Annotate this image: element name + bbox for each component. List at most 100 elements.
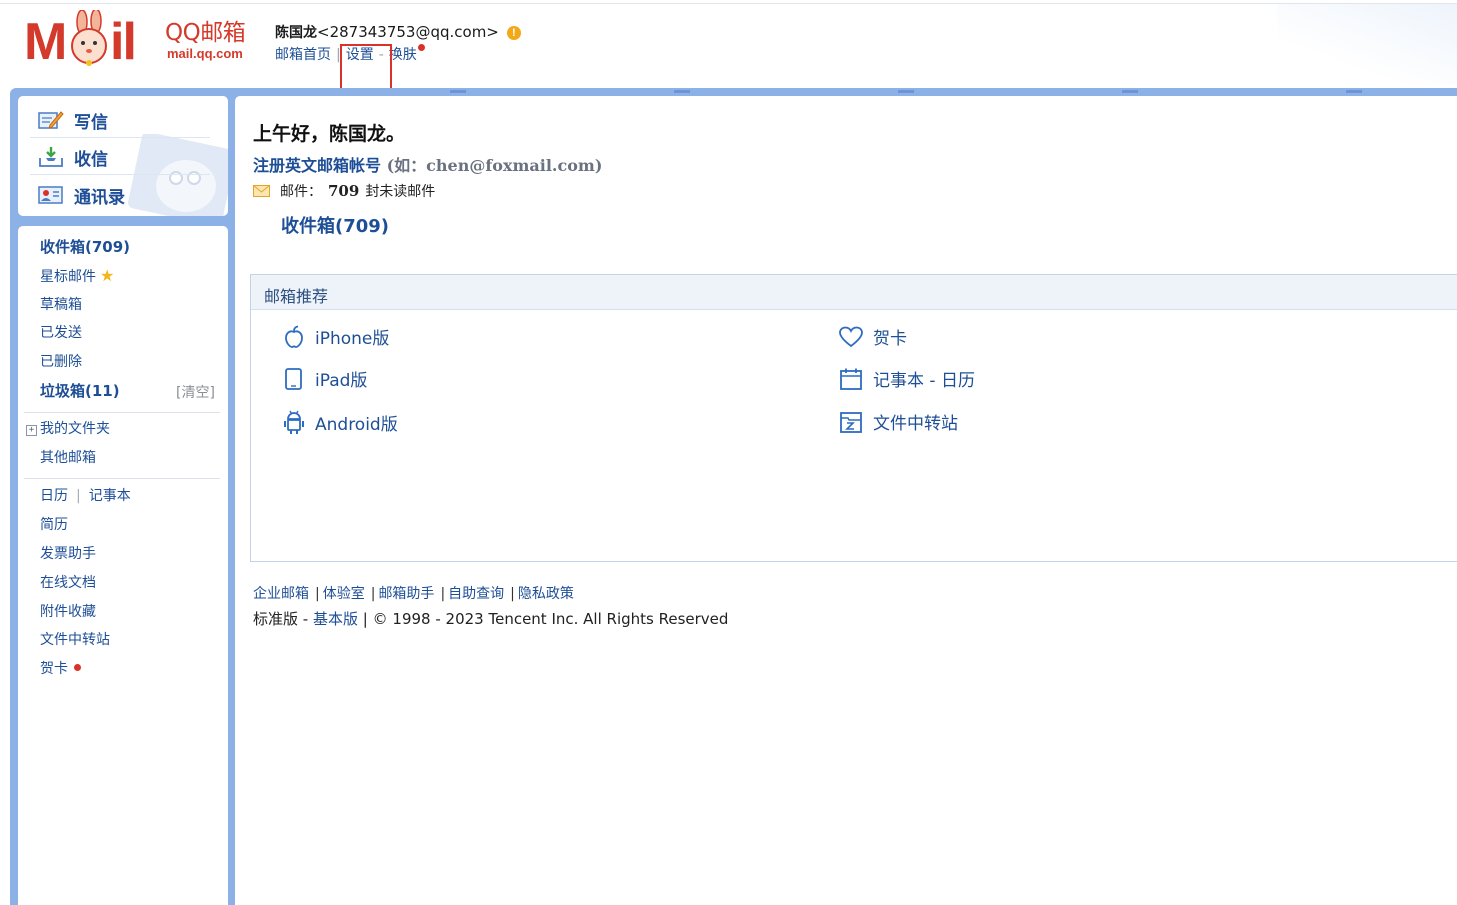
register-english-account-link[interactable]: 注册英文邮箱帐号 (253, 156, 381, 175)
compose-label: 写信 (74, 112, 108, 133)
footer-link[interactable]: 体验室 (323, 586, 365, 602)
expand-plus-icon[interactable]: + (26, 425, 37, 436)
recommend-title: 邮箱推荐 (264, 287, 329, 306)
calendar-icon (840, 368, 862, 390)
warning-icon[interactable]: ! (506, 25, 521, 40)
card-link[interactable]: 贺卡 (40, 660, 81, 678)
footer-link[interactable]: 自助查询 (448, 586, 504, 602)
other-mailbox-link[interactable]: 其他邮箱 (40, 449, 96, 467)
android-app-link[interactable]: Android版 (283, 409, 398, 435)
register-hint: (如：chen@foxmail.com) (386, 156, 603, 175)
folder-inbox[interactable]: 收件箱(709) (40, 238, 130, 256)
unread-count: 709 (328, 182, 360, 200)
star-icon: ★ (100, 266, 115, 285)
resume-link[interactable]: 简历 (40, 516, 68, 534)
action-divider (30, 137, 210, 138)
ipad-app-link[interactable]: iPad版 (283, 366, 367, 391)
recommend-panel: 邮箱推荐 iPhone版 iPad版 Android版 贺卡 记事本 - 日历 … (250, 274, 1457, 562)
sidebar-folders: 收件箱(709) 星标邮件 ★ 草稿箱 已发送 已删除 垃圾箱(11) [清空] … (18, 226, 228, 905)
mail-prefix: 邮件： (280, 184, 322, 200)
calendar-notebook-row: 日历 | 记事本 (40, 487, 131, 505)
user-name: 陈国龙 (275, 25, 317, 41)
footer-link[interactable]: 隐私政策 (518, 586, 574, 602)
receive-label: 收信 (74, 149, 108, 170)
compose-icon (38, 111, 64, 129)
receive-button[interactable]: 收信 (38, 142, 108, 172)
folder-sent[interactable]: 已发送 (40, 324, 82, 342)
folder-divider (24, 478, 220, 479)
folder-starred-label: 星标邮件 (40, 269, 96, 285)
action-divider (30, 174, 210, 175)
folder-starred[interactable]: 星标邮件 ★ (40, 267, 114, 286)
footer-separator: | (315, 586, 320, 602)
footer-copyright-row: 标准版 - 基本版 | © 1998 - 2023 Tencent Inc. A… (253, 608, 728, 629)
frame-tab-marks (10, 88, 1457, 96)
docs-link[interactable]: 在线文档 (40, 574, 96, 592)
folder-divider (24, 412, 220, 413)
iphone-label: iPhone版 (315, 329, 390, 349)
card-new-dot (74, 664, 81, 671)
notebook-calendar-label: 记事本 - 日历 (873, 371, 975, 391)
footer-link[interactable]: 邮箱助手 (378, 586, 434, 602)
sidebar-actions: 写信 收信 通讯录 (18, 96, 228, 216)
basic-version-link[interactable]: 基本版 (313, 610, 358, 628)
copyright-text: © 1998 - 2023 Tencent Inc. All Rights Re… (372, 610, 729, 628)
folder-drafts[interactable]: 草稿箱 (40, 296, 82, 314)
footer-separator: | (440, 586, 446, 602)
user-email: <287343753@qq.com> (317, 23, 499, 41)
skin-new-dot (417, 44, 425, 51)
folder-spam[interactable]: 垃圾箱(11) (40, 382, 120, 400)
file-transfer-label: 文件中转站 (873, 414, 958, 434)
footer-link[interactable]: 企业邮箱 (253, 586, 309, 602)
attachments-link[interactable]: 附件收藏 (40, 603, 96, 621)
contacts-icon (38, 186, 63, 204)
skin-link[interactable]: 换肤 (389, 47, 417, 63)
register-row: 注册英文邮箱帐号 (如：chen@foxmail.com) (253, 152, 602, 176)
greeting: 上午好，陈国龙。 (253, 123, 406, 145)
notebook-link[interactable]: 记事本 (89, 488, 131, 504)
envelope-icon (253, 185, 270, 197)
apple-icon (285, 325, 303, 348)
version-dash: - (302, 610, 309, 628)
user-info: 陈国龙<287343753@qq.com>! (275, 22, 521, 43)
main-panel: 上午好，陈国龙。 注册英文邮箱帐号 (如：chen@foxmail.com) 邮… (235, 96, 1457, 905)
tools-separator: | (76, 488, 81, 504)
folder-deleted[interactable]: 已删除 (40, 353, 82, 371)
mailbox-home-link[interactable]: 邮箱首页 (275, 47, 331, 63)
inbox-shortcut-link[interactable]: 收件箱(709) (281, 212, 389, 238)
contacts-label: 通讯录 (74, 187, 125, 208)
contacts-button[interactable]: 通讯录 (38, 180, 125, 210)
recommend-header: 邮箱推荐 (251, 275, 1457, 310)
android-icon (284, 410, 304, 434)
file-transfer-link[interactable]: 文件中转站 (839, 409, 958, 434)
footer-separator: | (370, 586, 376, 602)
top-border (0, 3, 1457, 4)
notebook-calendar-link[interactable]: 记事本 - 日历 (839, 366, 975, 391)
card-label: 贺卡 (40, 661, 68, 677)
file-transfer-icon (840, 411, 862, 433)
unread-mail-link[interactable]: 封未读邮件 (365, 181, 435, 201)
receive-icon (39, 147, 63, 167)
card-rec-label: 贺卡 (873, 329, 907, 349)
footer-separator: | (510, 586, 515, 602)
transfer-link[interactable]: 文件中转站 (40, 631, 110, 649)
logo-mail-m: M (24, 13, 67, 71)
android-label: Android版 (315, 414, 398, 435)
compose-button[interactable]: 写信 (38, 105, 108, 135)
card-app-link[interactable]: 贺卡 (839, 324, 907, 349)
qq-mail-logo[interactable]: M il QQ邮箱 mail.qq.com (24, 10, 260, 70)
tablet-icon (285, 367, 302, 390)
iphone-app-link[interactable]: iPhone版 (283, 324, 389, 349)
invoice-link[interactable]: 发票助手 (40, 545, 96, 563)
my-folders-label: 我的文件夹 (40, 421, 110, 437)
standard-version-label: 标准版 (253, 610, 299, 628)
my-folders-toggle[interactable]: + 我的文件夹 (26, 420, 110, 438)
heart-icon (839, 326, 863, 347)
calendar-link[interactable]: 日历 (40, 488, 68, 504)
spam-clear-link[interactable]: [清空] (176, 382, 215, 402)
logo-qq-label: QQ邮箱 (165, 20, 246, 46)
unread-info: 邮件： 709 封未读邮件 (253, 181, 435, 201)
logo-mail-il: il (110, 13, 137, 71)
logo-domain: mail.qq.com (167, 46, 243, 61)
bunny-mascot-icon (71, 10, 107, 66)
